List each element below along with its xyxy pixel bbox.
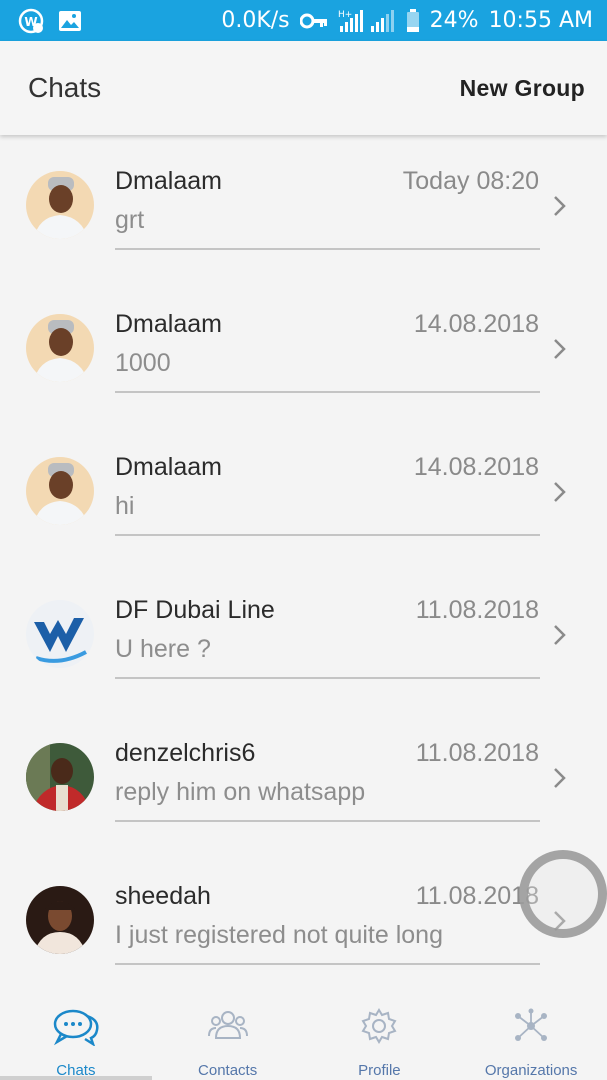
active-tab-indicator bbox=[0, 1076, 152, 1080]
chat-preview: U here ? bbox=[115, 635, 211, 663]
person-cap-avatar bbox=[26, 457, 94, 525]
chevron-right-icon bbox=[554, 196, 566, 216]
chat-date: 14.08.2018 bbox=[413, 453, 539, 481]
chat-list-item[interactable]: Dmalaam 14.08.2018 1000 bbox=[0, 278, 607, 421]
chat-name: Dmalaam bbox=[115, 453, 222, 481]
tab-label: Contacts bbox=[198, 1062, 258, 1079]
gallery-icon bbox=[58, 10, 82, 32]
tab-label: Profile bbox=[358, 1062, 401, 1079]
tab-organizations[interactable]: Organizations bbox=[455, 990, 607, 1080]
chat-date: 11.08.2018 bbox=[415, 739, 539, 767]
chat-list: Dmalaam Today 08:20 grt Dmalaam 14.08.20… bbox=[0, 135, 607, 993]
tab-label: Organizations bbox=[484, 1062, 578, 1079]
app-bar: Chats New Group bbox=[0, 41, 607, 135]
status-right: 0.0K/s H+ 24% 10:55 AM bbox=[221, 8, 607, 34]
contacts-icon bbox=[207, 1011, 248, 1039]
signal-icon: H+ bbox=[338, 8, 396, 34]
chevron-right-icon bbox=[554, 482, 566, 502]
chat-preview: 1000 bbox=[115, 349, 171, 377]
divider bbox=[115, 820, 540, 822]
chat-date: Today 08:20 bbox=[402, 167, 539, 195]
chat-name: sheedah bbox=[115, 882, 211, 910]
bottom-nav: Chats Contacts Profile Organizations bbox=[0, 990, 607, 1080]
tab-chats[interactable]: Chats bbox=[0, 990, 152, 1080]
chat-date: 14.08.2018 bbox=[413, 310, 539, 338]
chat-date: 11.08.2018 bbox=[415, 596, 539, 624]
chat-list-item[interactable]: Dmalaam Today 08:20 grt bbox=[0, 135, 607, 278]
chat-list-item[interactable]: denzelchris6 11.08.2018 reply him on wha… bbox=[0, 707, 607, 850]
chat-name: denzelchris6 bbox=[115, 739, 256, 767]
divider bbox=[115, 391, 540, 393]
new-group-button[interactable]: New Group bbox=[460, 75, 585, 102]
chat-preview: I just registered not quite long bbox=[115, 921, 443, 949]
page-title: Chats bbox=[28, 72, 102, 103]
chat-bubbles-icon bbox=[53, 1009, 99, 1046]
person-avatar bbox=[26, 886, 94, 954]
status-bar: W 0.0K/s H+ 24% 10:55 AM bbox=[0, 0, 607, 41]
battery-icon bbox=[406, 8, 420, 33]
divider bbox=[115, 534, 540, 536]
divider bbox=[115, 963, 540, 965]
gear-icon bbox=[361, 1008, 397, 1044]
chat-list-item[interactable]: sheedah 11.08.2018 I just registered not… bbox=[0, 850, 607, 993]
chat-preview: reply him on whatsapp bbox=[115, 778, 366, 806]
chat-name: Dmalaam bbox=[115, 167, 222, 195]
divider bbox=[115, 248, 540, 250]
tab-contacts[interactable]: Contacts bbox=[152, 990, 304, 1080]
chat-preview: hi bbox=[115, 492, 135, 520]
chat-list-item[interactable]: DF Dubai Line 11.08.2018 U here ? bbox=[0, 564, 607, 707]
divider bbox=[115, 677, 540, 679]
clock: 10:55 AM bbox=[488, 8, 593, 33]
chevron-right-icon bbox=[554, 768, 566, 788]
chat-list-item[interactable]: Dmalaam 14.08.2018 hi bbox=[0, 421, 607, 564]
person-cap-avatar bbox=[26, 171, 94, 239]
person-avatar bbox=[26, 743, 94, 811]
chat-name: Dmalaam bbox=[115, 310, 222, 338]
network-icon bbox=[515, 1008, 548, 1041]
chevron-right-icon bbox=[554, 339, 566, 359]
logo-avatar bbox=[26, 600, 94, 668]
app-badge-icon: W bbox=[18, 8, 44, 34]
battery-percent: 24% bbox=[429, 8, 479, 33]
network-speed: 0.0K/s bbox=[221, 8, 290, 33]
status-left: W bbox=[0, 8, 82, 34]
chevron-right-icon bbox=[554, 625, 566, 645]
vpn-key-icon bbox=[299, 13, 328, 29]
person-cap-avatar bbox=[26, 314, 94, 382]
chat-preview: grt bbox=[115, 206, 145, 234]
floating-touch-button[interactable] bbox=[519, 850, 607, 938]
tab-profile[interactable]: Profile bbox=[304, 990, 456, 1080]
chat-name: DF Dubai Line bbox=[115, 596, 275, 624]
